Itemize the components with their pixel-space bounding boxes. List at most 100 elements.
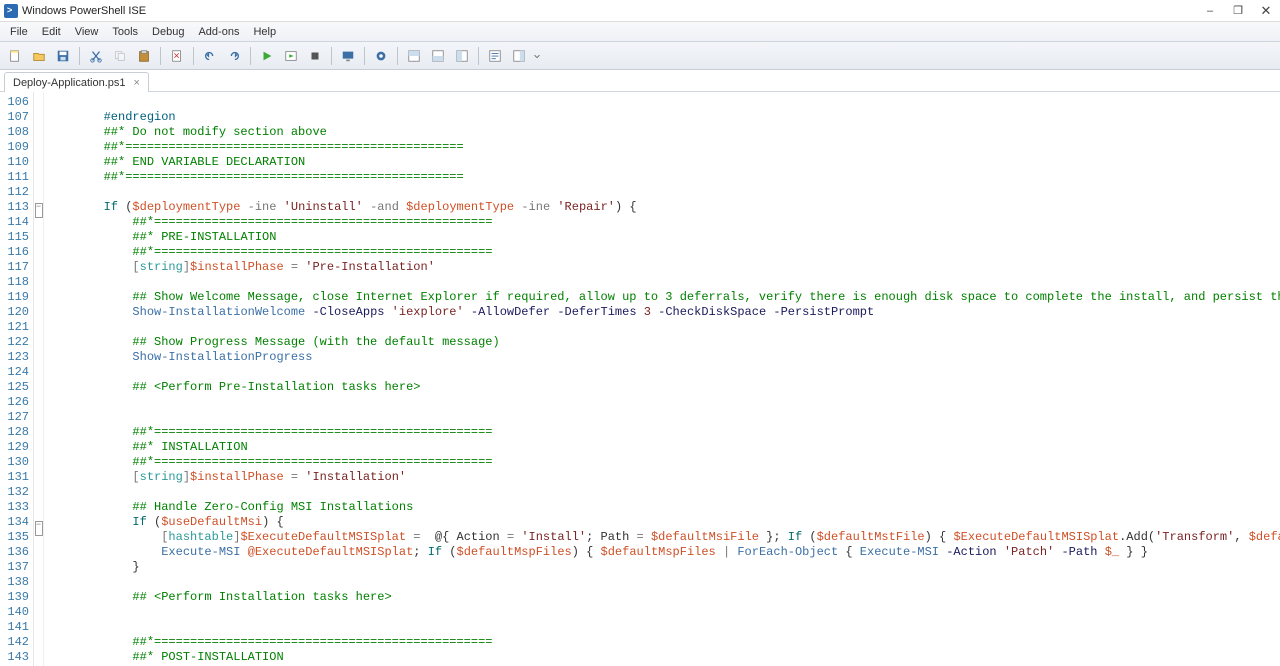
open-icon[interactable]	[28, 45, 50, 67]
show-console-icon[interactable]	[427, 45, 449, 67]
line-number: 122	[0, 335, 29, 350]
code-line[interactable]: ##* INSTALLATION	[46, 440, 1280, 455]
code-line[interactable]	[46, 95, 1280, 110]
code-line[interactable]	[46, 575, 1280, 590]
code-line[interactable]: ##* END VARIABLE DECLARATION	[46, 155, 1280, 170]
line-number: 133	[0, 500, 29, 515]
menu-view[interactable]: View	[69, 24, 105, 40]
maximize-button[interactable]: ❐	[1224, 0, 1252, 22]
fold-column	[34, 92, 44, 666]
code-line[interactable]	[46, 185, 1280, 200]
undo-icon[interactable]	[199, 45, 221, 67]
menu-file[interactable]: File	[4, 24, 34, 40]
line-number: 137	[0, 560, 29, 575]
code-line[interactable]: ##* Do not modify section above	[46, 125, 1280, 140]
menu-addons[interactable]: Add-ons	[192, 24, 245, 40]
code-line[interactable]: If ($useDefaultMsi) {	[46, 515, 1280, 530]
code-line[interactable]: If ($deploymentType -ine 'Uninstall' -an…	[46, 200, 1280, 215]
copy-icon[interactable]	[109, 45, 131, 67]
paste-icon[interactable]	[133, 45, 155, 67]
line-number: 108	[0, 125, 29, 140]
code-line[interactable]: ##*=====================================…	[46, 425, 1280, 440]
toolbar-sep	[193, 47, 194, 65]
line-number: 106	[0, 95, 29, 110]
line-number: 131	[0, 470, 29, 485]
menu-tools[interactable]: Tools	[106, 24, 144, 40]
window-controls: – ❐ ✕	[1196, 0, 1280, 22]
minimize-button[interactable]: –	[1196, 0, 1224, 22]
code-line[interactable]	[46, 605, 1280, 620]
line-number: 141	[0, 620, 29, 635]
save-icon[interactable]	[52, 45, 74, 67]
menu-debug[interactable]: Debug	[146, 24, 190, 40]
line-number: 136	[0, 545, 29, 560]
dropdown-icon[interactable]	[532, 45, 542, 67]
code-line[interactable]: ## Show Welcome Message, close Internet …	[46, 290, 1280, 305]
tab-deploy-application[interactable]: Deploy-Application.ps1 ×	[4, 72, 149, 92]
tab-label: Deploy-Application.ps1	[13, 77, 126, 89]
new-icon[interactable]	[4, 45, 26, 67]
code-line[interactable]	[46, 365, 1280, 380]
code-line[interactable]: ##*=====================================…	[46, 140, 1280, 155]
code-line[interactable]: ##*=====================================…	[46, 455, 1280, 470]
code-line[interactable]	[46, 275, 1280, 290]
remote-icon[interactable]	[337, 45, 359, 67]
code-line[interactable]: #endregion	[46, 110, 1280, 125]
code-line[interactable]	[46, 410, 1280, 425]
show-command-icon[interactable]	[484, 45, 506, 67]
cut-icon[interactable]	[85, 45, 107, 67]
toolbar	[0, 42, 1280, 70]
redo-icon[interactable]	[223, 45, 245, 67]
close-button[interactable]: ✕	[1252, 0, 1280, 22]
code-line[interactable]: ## Handle Zero-Config MSI Installations	[46, 500, 1280, 515]
code-line[interactable]: Execute-MSI @ExecuteDefaultMSISplat; If …	[46, 545, 1280, 560]
toolbar-sep	[331, 47, 332, 65]
code-line[interactable]: [string]$installPhase = 'Pre-Installatio…	[46, 260, 1280, 275]
line-number: 139	[0, 590, 29, 605]
code-line[interactable]: ## <Perform Pre-Installation tasks here>	[46, 380, 1280, 395]
code-line[interactable]	[46, 320, 1280, 335]
line-number: 130	[0, 455, 29, 470]
code-line[interactable]: [hashtable]$ExecuteDefaultMSISplat = @{ …	[46, 530, 1280, 545]
code-line[interactable]: ##*=====================================…	[46, 635, 1280, 650]
code-area[interactable]: #endregion ##* Do not modify section abo…	[44, 92, 1280, 666]
code-line[interactable]: ##* POST-INSTALLATION	[46, 650, 1280, 665]
line-number: 142	[0, 635, 29, 650]
run-selection-icon[interactable]	[280, 45, 302, 67]
code-line[interactable]: ## <Perform Installation tasks here>	[46, 590, 1280, 605]
show-addon-icon[interactable]	[508, 45, 530, 67]
code-line[interactable]: Show-InstallationProgress	[46, 350, 1280, 365]
clear-icon[interactable]	[166, 45, 188, 67]
code-line[interactable]: }	[46, 560, 1280, 575]
line-number: 119	[0, 290, 29, 305]
breakpoint-icon[interactable]	[370, 45, 392, 67]
line-number: 135	[0, 530, 29, 545]
line-number: 127	[0, 410, 29, 425]
menu-bar: File Edit View Tools Debug Add-ons Help	[0, 22, 1280, 42]
code-line[interactable]	[46, 485, 1280, 500]
line-number: 107	[0, 110, 29, 125]
code-line[interactable]	[46, 395, 1280, 410]
tab-close-icon[interactable]: ×	[132, 77, 142, 89]
editor: 1061071081091101111121131141151161171181…	[0, 92, 1280, 666]
menu-help[interactable]: Help	[247, 24, 282, 40]
code-line[interactable]: ##*=====================================…	[46, 170, 1280, 185]
code-line[interactable]: ## Show Progress Message (with the defau…	[46, 335, 1280, 350]
code-line[interactable]	[46, 620, 1280, 635]
code-line[interactable]: Show-InstallationWelcome -CloseApps 'iex…	[46, 305, 1280, 320]
code-line[interactable]: ##*=====================================…	[46, 245, 1280, 260]
menu-edit[interactable]: Edit	[36, 24, 67, 40]
run-icon[interactable]	[256, 45, 278, 67]
fold-toggle-icon[interactable]	[35, 203, 43, 218]
stop-icon[interactable]	[304, 45, 326, 67]
code-line[interactable]: ##*=====================================…	[46, 215, 1280, 230]
show-script-icon[interactable]	[403, 45, 425, 67]
code-line[interactable]: [string]$installPhase = 'Installation'	[46, 470, 1280, 485]
window-title: Windows PowerShell ISE	[22, 5, 146, 17]
line-number: 111	[0, 170, 29, 185]
toolbar-sep	[160, 47, 161, 65]
fold-toggle-icon[interactable]	[35, 521, 43, 536]
show-both-icon[interactable]	[451, 45, 473, 67]
line-number: 109	[0, 140, 29, 155]
code-line[interactable]: ##* PRE-INSTALLATION	[46, 230, 1280, 245]
